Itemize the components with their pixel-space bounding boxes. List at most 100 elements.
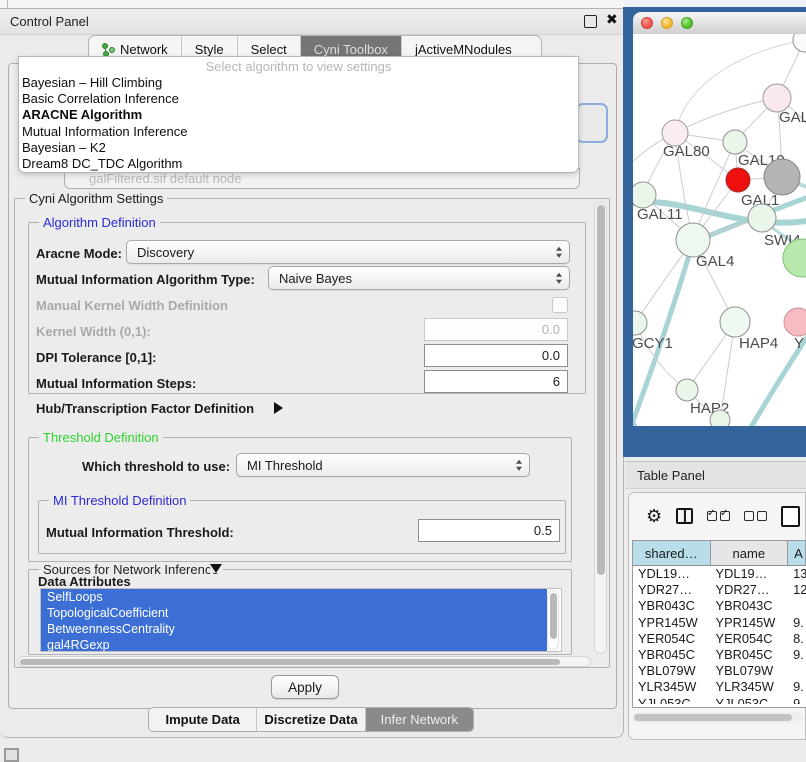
network-edge[interactable] [781,404,806,426]
data-attribute-item[interactable]: BetweennessCentrality [41,621,547,637]
close-traffic-light-icon[interactable] [641,17,653,29]
node-label: GAL [779,109,806,126]
dpi-tolerance-field[interactable]: 0.0 [424,344,568,367]
mi-algorithm-type-combobox[interactable]: Naive Bayes [268,266,570,290]
network-canvas[interactable]: GALGAL80GAL10GAL1GAL11SWI4GAL4GCY1HAP4YH… [633,34,806,426]
table-row[interactable]: YJL053CYJL053C9 [633,696,806,705]
mi-steps-field[interactable]: 6 [424,370,568,393]
data-attribute-item[interactable]: gal4RGexp [41,637,547,652]
node-label: Y [794,335,804,352]
table-cell: YBL079W [633,663,711,679]
right-top-strip [625,0,806,7]
network-node-y[interactable] [784,308,806,336]
expand-arrow-icon[interactable] [274,402,283,414]
split-columns-icon[interactable] [676,508,693,524]
table-cell: YDR27… [633,582,711,598]
table-horizontal-scrollbar[interactable] [632,712,804,723]
algorithm-option[interactable]: Basic Correlation Inference [19,91,578,107]
control-panel-title: Control Panel [10,14,89,29]
tab-infer-network[interactable]: Infer Network [365,708,473,731]
table-row[interactable]: YPR145WYPR145W9. [633,615,806,631]
table-cell: YLR345W [711,679,789,695]
table-row[interactable]: YBL079WYBL079W [633,663,806,679]
mi-algorithm-type-label: Mutual Information Algorithm Type: [36,272,255,287]
column-header-name[interactable]: name [711,541,789,565]
table-header-row: shared… name A [633,541,806,566]
tab-impute-data[interactable]: Impute Data [149,708,256,731]
data-attribute-item[interactable]: SelfLoops [41,589,547,605]
column-header-shared-name[interactable]: shared… [633,541,711,565]
table-cell: YDL19… [711,566,789,582]
network-edge[interactable] [635,323,687,390]
docked-panel-icon[interactable] [4,748,19,762]
select-all-icon[interactable] [707,511,730,521]
which-threshold-label: Which threshold to use: [82,459,230,474]
aracne-mode-combobox[interactable]: Discovery [126,240,570,264]
spinner-arrows-icon [556,273,562,284]
table-row[interactable]: YBR045CYBR045C9. [633,647,806,663]
settings-horizontal-scrollbar[interactable] [17,656,591,667]
network-window-titlebar[interactable] [633,12,806,35]
data-attributes-list[interactable]: SelfLoopsTopologicalCoefficientBetweenne… [40,588,562,652]
table-cell: YDL19… [633,566,711,582]
algorithm-option[interactable]: ARACNE Algorithm [19,107,578,123]
table-row[interactable]: YDL19…YDL19…13 [633,566,806,582]
table-row[interactable]: YDR27…YDR27…12 [633,582,806,598]
network-node-gal1[interactable] [726,168,750,192]
table-panel-titlebar: Table Panel [625,461,806,489]
table-row[interactable]: YLR345WYLR345W9. [633,679,806,695]
network-node-gcy1[interactable] [633,311,647,335]
data-attribute-item[interactable]: TopologicalCoefficient [41,605,547,621]
table-row[interactable]: YBR043CYBR043C [633,598,806,614]
mi-steps-label: Mutual Information Steps: [36,376,196,391]
table-cell: YBR043C [633,598,711,614]
apply-button[interactable]: Apply [271,675,339,699]
manual-kernel-width-label: Manual Kernel Width Definition [36,298,228,313]
algorithm-option[interactable]: Dream8 DC_TDC Algorithm [19,156,578,172]
node-label: GAL80 [663,143,710,160]
which-threshold-combobox[interactable]: MI Threshold [236,453,530,477]
network-icon [102,43,114,57]
page-icon[interactable] [781,506,800,527]
algorithm-option[interactable]: Bayesian – Hill Climbing [19,75,578,91]
minimize-traffic-light-icon[interactable] [661,17,673,29]
data-attributes-label: Data Attributes [38,574,131,589]
aracne-mode-label: Aracne Mode: [36,246,122,261]
kernel-width-field[interactable]: 0.0 [424,318,568,341]
cyni-algorithm-settings-title: Cyni Algorithm Settings [25,191,167,206]
network-node-swi4[interactable] [748,204,776,232]
threshold-definition-title: Threshold Definition [39,430,163,445]
network-node-gal4[interactable] [676,223,710,257]
table-panel-title: Table Panel [637,468,705,483]
focused-control-edge [576,103,608,143]
network-edge[interactable] [675,98,777,133]
network-node[interactable] [710,410,730,426]
table-cell: YBR045C [633,647,711,663]
mi-threshold-field[interactable]: 0.5 [418,519,560,542]
collapse-arrow-icon[interactable] [210,564,222,573]
tab-discretize-data[interactable]: Discretize Data [256,708,364,731]
network-node-hap2[interactable] [676,379,698,401]
algorithm-option[interactable]: Mutual Information Inference [19,124,578,140]
deselect-all-icon[interactable] [744,511,767,521]
table-row[interactable]: YER054CYER054C8. [633,631,806,647]
network-node-gal[interactable] [763,84,791,112]
network-node-hap4[interactable] [720,307,750,337]
table-cell: YBR043C [711,598,789,614]
column-header-partial[interactable]: A [788,541,806,565]
manual-kernel-width-checkbox[interactable] [552,297,568,313]
network-node-gal10[interactable] [723,130,747,154]
float-window-icon[interactable] [584,15,597,28]
list-vertical-scrollbar[interactable] [547,590,559,650]
algorithm-option[interactable]: Bayesian – K2 [19,140,578,156]
network-node[interactable] [764,159,800,195]
node-table[interactable]: shared… name A YDL19…YDL19…13YDR27…YDR27… [632,540,806,708]
table-cell: 9 [788,696,806,705]
close-icon[interactable]: ✖ [606,11,618,28]
network-node-gal11[interactable] [633,182,656,208]
zoom-traffic-light-icon[interactable] [681,17,693,29]
settings-gear-icon[interactable]: ⚙ [646,507,662,525]
hub-definition-label: Hub/Transcription Factor Definition [36,401,254,416]
settings-vertical-scrollbar[interactable] [594,202,607,654]
network-node[interactable] [793,34,806,52]
